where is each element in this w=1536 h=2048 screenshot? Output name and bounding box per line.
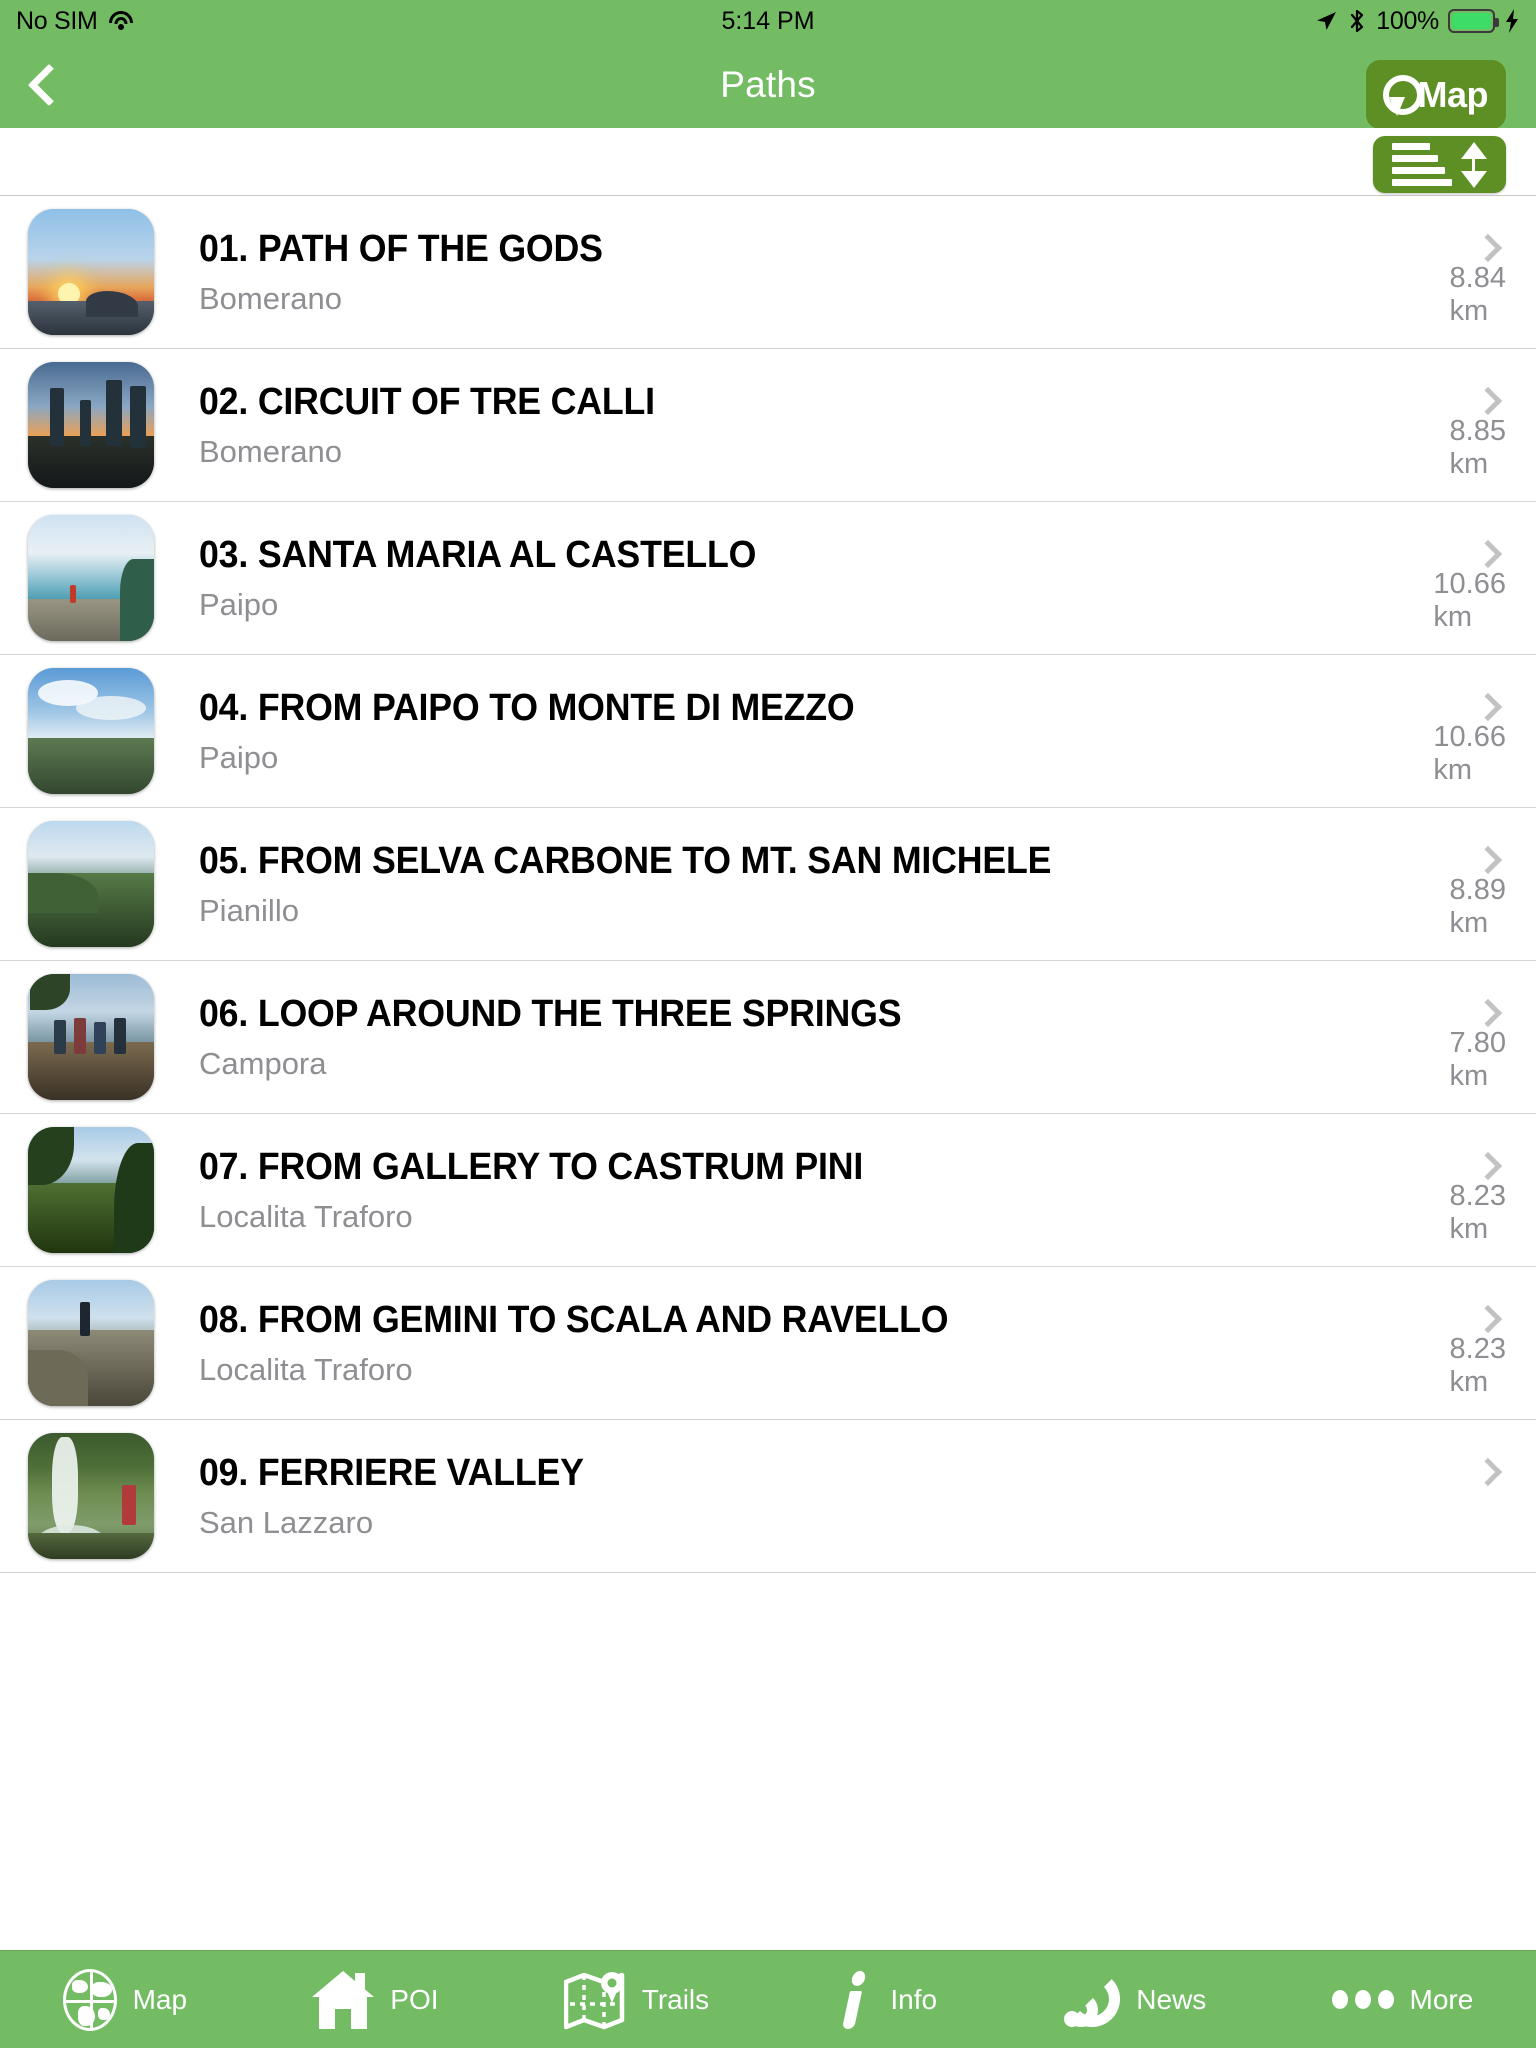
path-thumbnail (28, 974, 154, 1100)
tab-bar: Map POI Trails Info News More (0, 1950, 1536, 2048)
sort-lines-icon (1392, 143, 1452, 186)
path-location: Paipo (199, 586, 279, 622)
house-icon (312, 1970, 375, 2029)
back-button[interactable] (0, 42, 90, 128)
path-distance: 10.66 km (1433, 721, 1506, 786)
path-distance: 8.23 km (1449, 1180, 1506, 1245)
path-thumbnail (28, 1280, 154, 1406)
sort-arrows-icon (1461, 141, 1487, 188)
row-text: 09. FERRIERE VALLEY San Lazzaro (154, 1452, 1506, 1541)
path-distance: 7.80 km (1449, 1027, 1506, 1092)
page-title: Paths (720, 64, 816, 105)
path-title: 01. PATH OF THE GODS (199, 227, 603, 270)
table-row[interactable]: 02. CIRCUIT OF TRE CALLI Bomerano 8.85 k… (0, 349, 1536, 502)
path-location: Localita Traforo (199, 1198, 413, 1234)
table-row[interactable]: 05. FROM SELVA CARBONE TO MT. SAN MICHEL… (0, 808, 1536, 961)
tab-item-more[interactable]: More (1326, 1969, 1480, 2031)
path-location: Bomerano (199, 433, 343, 469)
row-text: 05. FROM SELVA CARBONE TO MT. SAN MICHEL… (154, 840, 1506, 929)
path-location: San Lazzaro (199, 1504, 374, 1540)
info-i-icon (834, 1969, 874, 2031)
path-thumbnail (28, 668, 154, 794)
table-row[interactable]: 06. LOOP AROUND THE THREE SPRINGS Campor… (0, 961, 1536, 1114)
row-text: 07. FROM GALLERY TO CASTRUM PINI Localit… (154, 1146, 1506, 1235)
path-thumbnail (28, 821, 154, 947)
tab-label: Info (890, 1983, 938, 2015)
table-row[interactable]: 04. FROM PAIPO TO MONTE DI MEZZO Paipo 1… (0, 655, 1536, 808)
row-text: 08. FROM GEMINI TO SCALA AND RAVELLO Loc… (154, 1299, 1506, 1388)
table-row[interactable]: 07. FROM GALLERY TO CASTRUM PINI Localit… (0, 1114, 1536, 1267)
map-button-label: Map (1417, 73, 1489, 115)
path-distance: 8.85 km (1449, 415, 1506, 480)
path-location: Bomerano (199, 280, 343, 316)
tab-item-trails[interactable]: Trails (558, 1970, 715, 2030)
tab-label: More (1409, 1983, 1474, 2015)
row-text: 04. FROM PAIPO TO MONTE DI MEZZO Paipo (154, 687, 1506, 776)
row-text: 03. SANTA MARIA AL CASTELLO Paipo (154, 534, 1506, 623)
paths-list[interactable]: 01. PATH OF THE GODS Bomerano 8.84 km 02… (0, 196, 1536, 1950)
toolbar (0, 128, 1536, 196)
path-location: Localita Traforo (199, 1351, 413, 1387)
path-thumbnail (28, 362, 154, 488)
tab-label: News (1136, 1983, 1207, 2015)
path-distance: 8.84 km (1449, 262, 1506, 327)
path-title: 02. CIRCUIT OF TRE CALLI (199, 380, 655, 423)
path-thumbnail (28, 1127, 154, 1253)
table-row[interactable]: 01. PATH OF THE GODS Bomerano 8.84 km (0, 196, 1536, 349)
tab-label: POI (390, 1983, 439, 2015)
path-title: 05. FROM SELVA CARBONE TO MT. SAN MICHEL… (199, 839, 1052, 882)
path-title: 07. FROM GALLERY TO CASTRUM PINI (199, 1145, 864, 1188)
table-row[interactable]: 03. SANTA MARIA AL CASTELLO Paipo 10.66 … (0, 502, 1536, 655)
path-title: 08. FROM GEMINI TO SCALA AND RAVELLO (199, 1298, 949, 1341)
path-location: Campora (199, 1045, 327, 1081)
map-pin-icon (1380, 73, 1423, 117)
navigation-bar: Paths Map (0, 42, 1536, 129)
status-bar-clock: 5:14 PM (721, 6, 815, 35)
path-distance: 8.89 km (1449, 874, 1506, 939)
path-distance: 8.23 km (1449, 1333, 1506, 1398)
tab-label: Map (132, 1983, 188, 2015)
path-thumbnail (28, 515, 154, 641)
tab-item-map[interactable]: Map (57, 1968, 193, 2031)
path-title: 03. SANTA MARIA AL CASTELLO (199, 533, 757, 576)
row-text: 06. LOOP AROUND THE THREE SPRINGS Campor… (154, 993, 1506, 1082)
path-title: 09. FERRIERE VALLEY (199, 1451, 584, 1494)
path-title: 04. FROM PAIPO TO MONTE DI MEZZO (199, 686, 855, 729)
row-text: 01. PATH OF THE GODS Bomerano (154, 228, 1506, 317)
chevron-left-icon (27, 63, 71, 107)
rss-icon (1062, 1970, 1121, 2029)
folded-map-pin-icon (563, 1970, 626, 2030)
tab-label: Trails (641, 1983, 710, 2015)
path-thumbnail (28, 209, 154, 335)
globe-icon (62, 1968, 117, 2031)
table-row[interactable]: 08. FROM GEMINI TO SCALA AND RAVELLO Loc… (0, 1267, 1536, 1420)
app-root: No SIM 5:14 PM 100% Paths Map 01. PATH O… (0, 0, 1536, 2048)
ellipsis-icon (1331, 1969, 1394, 2031)
path-location: Paipo (199, 739, 279, 775)
path-thumbnail (28, 1433, 154, 1559)
map-button[interactable]: Map (1365, 60, 1506, 129)
path-location: Pianillo (199, 892, 299, 928)
tab-item-poi[interactable]: POI (306, 1970, 444, 2029)
battery-full-icon (1448, 9, 1499, 33)
tab-item-info[interactable]: Info (828, 1969, 943, 2031)
path-distance: 10.66 km (1433, 568, 1506, 633)
table-row[interactable]: 09. FERRIERE VALLEY San Lazzaro (0, 1420, 1536, 1573)
path-title: 06. LOOP AROUND THE THREE SPRINGS (199, 992, 902, 1035)
row-text: 02. CIRCUIT OF TRE CALLI Bomerano (154, 381, 1506, 470)
status-bar: No SIM 5:14 PM 100% (0, 0, 1536, 42)
tab-item-news[interactable]: News (1056, 1970, 1212, 2029)
sort-button[interactable] (1373, 136, 1506, 193)
